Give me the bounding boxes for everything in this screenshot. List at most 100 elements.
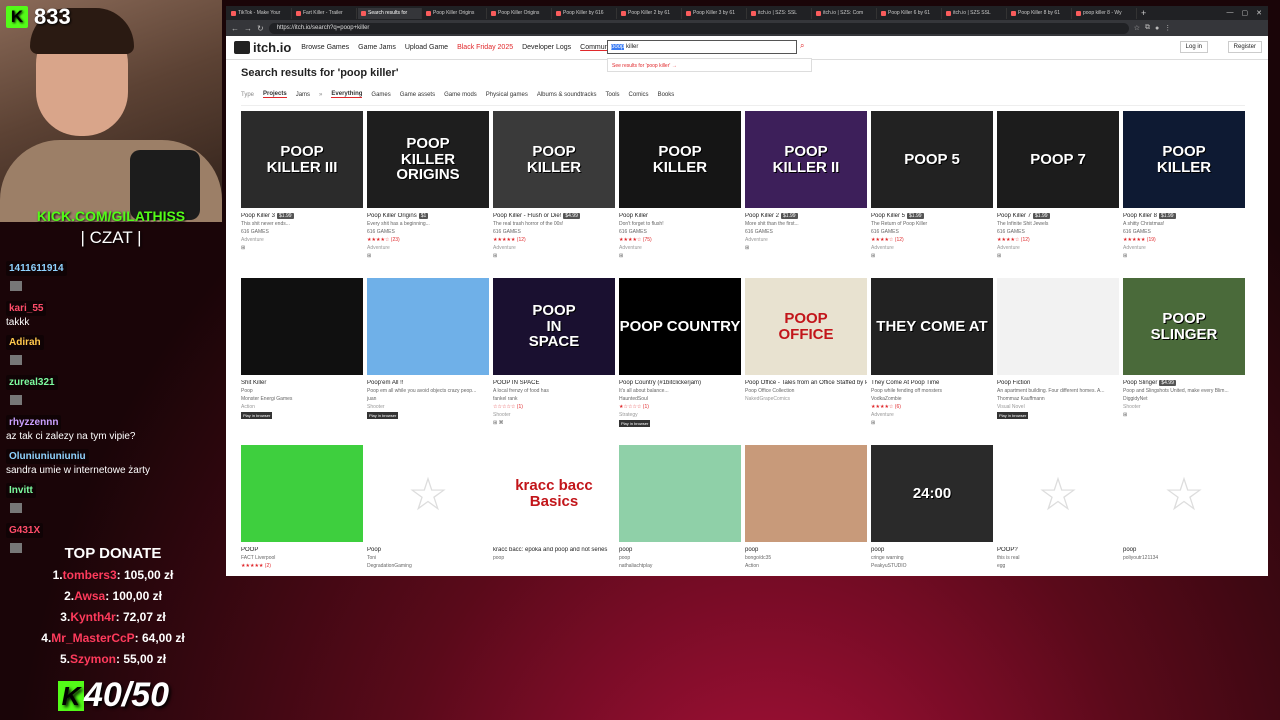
minimize-icon[interactable]: — <box>1227 9 1234 17</box>
game-thumbnail[interactable]: ☆ <box>367 445 489 542</box>
nav-developer-logs[interactable]: Developer Logs <box>522 44 571 51</box>
game-card[interactable]: POOP IN SPACE POOP IN SPACE A local frenzy… <box>493 278 615 445</box>
game-title[interactable]: kracc bacc: epoka and poop and not serie… <box>493 547 607 553</box>
game-title[interactable]: poop <box>871 547 884 553</box>
chat-username[interactable]: 1411611914 <box>6 261 67 276</box>
game-author[interactable]: DegradationGaming <box>367 563 489 569</box>
browser-tab[interactable]: poop killer 8 - Wy <box>1073 7 1137 19</box>
game-thumbnail[interactable]: POOP KILLER <box>619 111 741 208</box>
forward-icon[interactable]: → <box>244 24 252 33</box>
game-author[interactable]: nathaliachtplay <box>619 563 741 569</box>
game-title[interactable]: Poop Office - Tales from an Office Staff… <box>745 380 867 386</box>
nav-black-friday[interactable]: Black Friday 2025 <box>457 44 513 51</box>
game-card[interactable]: POOP KILLER III Poop Killer 3 $1.99 This sh… <box>241 111 363 278</box>
maximize-icon[interactable]: ▢ <box>1242 9 1249 17</box>
filter-physical-games[interactable]: Physical games <box>486 92 528 98</box>
game-card[interactable]: POOP COUNTRY Poop Country (#1bitclickerja… <box>619 278 741 445</box>
game-title[interactable]: poop <box>1123 547 1136 553</box>
browser-tab[interactable]: Poop Killer Origins <box>488 7 552 19</box>
filter-comics[interactable]: Comics <box>629 92 649 98</box>
game-card[interactable]: THEY COME AT They Come At Poop Time Poop w… <box>871 278 993 445</box>
game-author[interactable]: 616 GAMES <box>367 229 489 235</box>
game-title[interactable]: poop <box>745 547 758 553</box>
game-title[interactable]: Poop Country (#1bitclickerjam) <box>619 380 701 386</box>
game-thumbnail[interactable]: POOP KILLER II <box>745 111 867 208</box>
game-author[interactable]: Monster Energi Games <box>241 396 363 402</box>
game-title[interactable]: POOP <box>241 547 258 553</box>
game-card[interactable]: ☆ Poop Toni DegradationGaming <box>367 445 489 576</box>
chat-username[interactable]: Oluniuniuniuniu <box>6 449 89 464</box>
browser-tab[interactable]: Poop Killer 8 by 61 <box>1008 7 1072 19</box>
game-thumbnail[interactable]: POOP IN SPACE <box>493 278 615 375</box>
filter-jams[interactable]: Jams <box>296 92 310 98</box>
chat-username[interactable]: G431X <box>6 523 44 538</box>
back-icon[interactable]: ← <box>231 24 239 33</box>
game-author[interactable]: 616 GAMES <box>1123 229 1245 235</box>
game-thumbnail[interactable] <box>367 278 489 375</box>
game-author[interactable]: DiggidyNet <box>1123 396 1245 402</box>
game-card[interactable]: ☆ POOP? this is real egg <box>997 445 1119 576</box>
game-card[interactable]: POOP KILLER ORIGINS Poop Killer Origins $1… <box>367 111 489 278</box>
game-thumbnail[interactable]: ☆ <box>997 445 1119 542</box>
game-card[interactable]: POOP OFFICE Poop Office - Tales from an O… <box>745 278 867 445</box>
game-thumbnail[interactable]: POOP OFFICE <box>745 278 867 375</box>
game-title[interactable]: Poop Killer 7 <box>997 213 1031 219</box>
game-thumbnail[interactable]: POOP KILLER ORIGINS <box>367 111 489 208</box>
game-thumbnail[interactable]: POOP KILLER <box>493 111 615 208</box>
search-input[interactable]: poop killer <box>607 40 797 54</box>
browser-tab[interactable]: itch.io | SZS SSL <box>943 7 1007 19</box>
game-author[interactable]: Action <box>745 563 867 569</box>
game-title[interactable]: Poop Killer Origins <box>367 213 417 219</box>
game-title[interactable]: Poop Killer <box>619 213 648 219</box>
reload-icon[interactable]: ↻ <box>257 24 264 33</box>
itchio-logo[interactable]: itch.io <box>234 40 291 55</box>
register-button[interactable]: Register <box>1227 41 1262 53</box>
chat-username[interactable]: rhyzzennn <box>6 415 62 430</box>
game-title[interactable]: POOP? <box>997 547 1018 553</box>
login-button[interactable]: Log in <box>1179 41 1208 53</box>
filter-books[interactable]: Books <box>658 92 675 98</box>
game-title[interactable]: Poop Killer 3 <box>241 213 275 219</box>
game-title[interactable]: Poop <box>367 547 381 553</box>
game-author[interactable]: Poop Office Collection <box>745 388 867 394</box>
nav-browse-games[interactable]: Browse Games <box>301 44 349 51</box>
game-thumbnail[interactable]: POOP KILLER III <box>241 111 363 208</box>
chat-username[interactable]: zureal321 <box>6 375 58 390</box>
game-title[interactable]: Poop Killer 2 <box>745 213 779 219</box>
game-thumbnail[interactable]: kracc bacc Basics <box>493 445 615 542</box>
game-thumbnail[interactable]: POOP 5 <box>871 111 993 208</box>
game-thumbnail[interactable]: POOP COUNTRY <box>619 278 741 375</box>
browser-tab[interactable]: Poop Killer 3 by 61 <box>683 7 747 19</box>
bookmark-star-icon[interactable]: ☆ <box>1134 24 1140 32</box>
menu-icon[interactable]: ⋮ <box>1164 24 1171 32</box>
game-title[interactable]: POOP IN SPACE <box>493 380 539 386</box>
browser-tab[interactable]: Fart Killer - Trailer <box>293 7 357 19</box>
game-card[interactable]: POOP KILLER Poop Killer - Flush or Die! $4… <box>493 111 615 278</box>
game-card[interactable]: POOP 5 Poop Killer 5 $1.99 The Return of Po… <box>871 111 993 278</box>
game-title[interactable]: Poop'em All !! <box>367 380 404 386</box>
game-author[interactable]: Thommaz Kauffmann <box>997 396 1119 402</box>
game-thumbnail[interactable]: ☆ <box>1123 445 1245 542</box>
filter-tools[interactable]: Tools <box>606 92 620 98</box>
browser-tab[interactable]: Poop Killer 2 by 61 <box>618 7 682 19</box>
game-thumbnail[interactable] <box>745 445 867 542</box>
profile-icon[interactable]: ● <box>1155 25 1159 32</box>
close-icon[interactable]: ✕ <box>1256 9 1262 17</box>
chat-username[interactable]: kari_55 <box>6 301 47 316</box>
browser-tab[interactable]: itch.io | SZS: Com <box>813 7 877 19</box>
nav-upload-game[interactable]: Upload Game <box>405 44 448 51</box>
filter-everything[interactable]: Everything <box>331 91 363 98</box>
filter-albums[interactable]: Albums & soundtracks <box>537 92 597 98</box>
game-author[interactable]: 616 GAMES <box>997 229 1119 235</box>
chat-username[interactable]: Invitt <box>6 483 36 498</box>
game-title[interactable]: Poop Killer 8 <box>1123 213 1157 219</box>
game-card[interactable]: POOP SLINGER Poop Slinger $4.99 Poop and Sl… <box>1123 278 1245 445</box>
game-title[interactable]: Poop Fiction <box>997 380 1030 386</box>
game-author[interactable]: 616 GAMES <box>619 229 741 235</box>
game-author[interactable]: 616 GAMES <box>241 229 363 235</box>
game-thumbnail[interactable] <box>997 278 1119 375</box>
filter-game-assets[interactable]: Game assets <box>400 92 435 98</box>
game-card[interactable]: poop poop nathaliachtplay <box>619 445 741 576</box>
game-title[interactable]: poop <box>619 547 632 553</box>
game-card[interactable]: Shit Killer Poop Monster Energi Games Actio… <box>241 278 363 445</box>
